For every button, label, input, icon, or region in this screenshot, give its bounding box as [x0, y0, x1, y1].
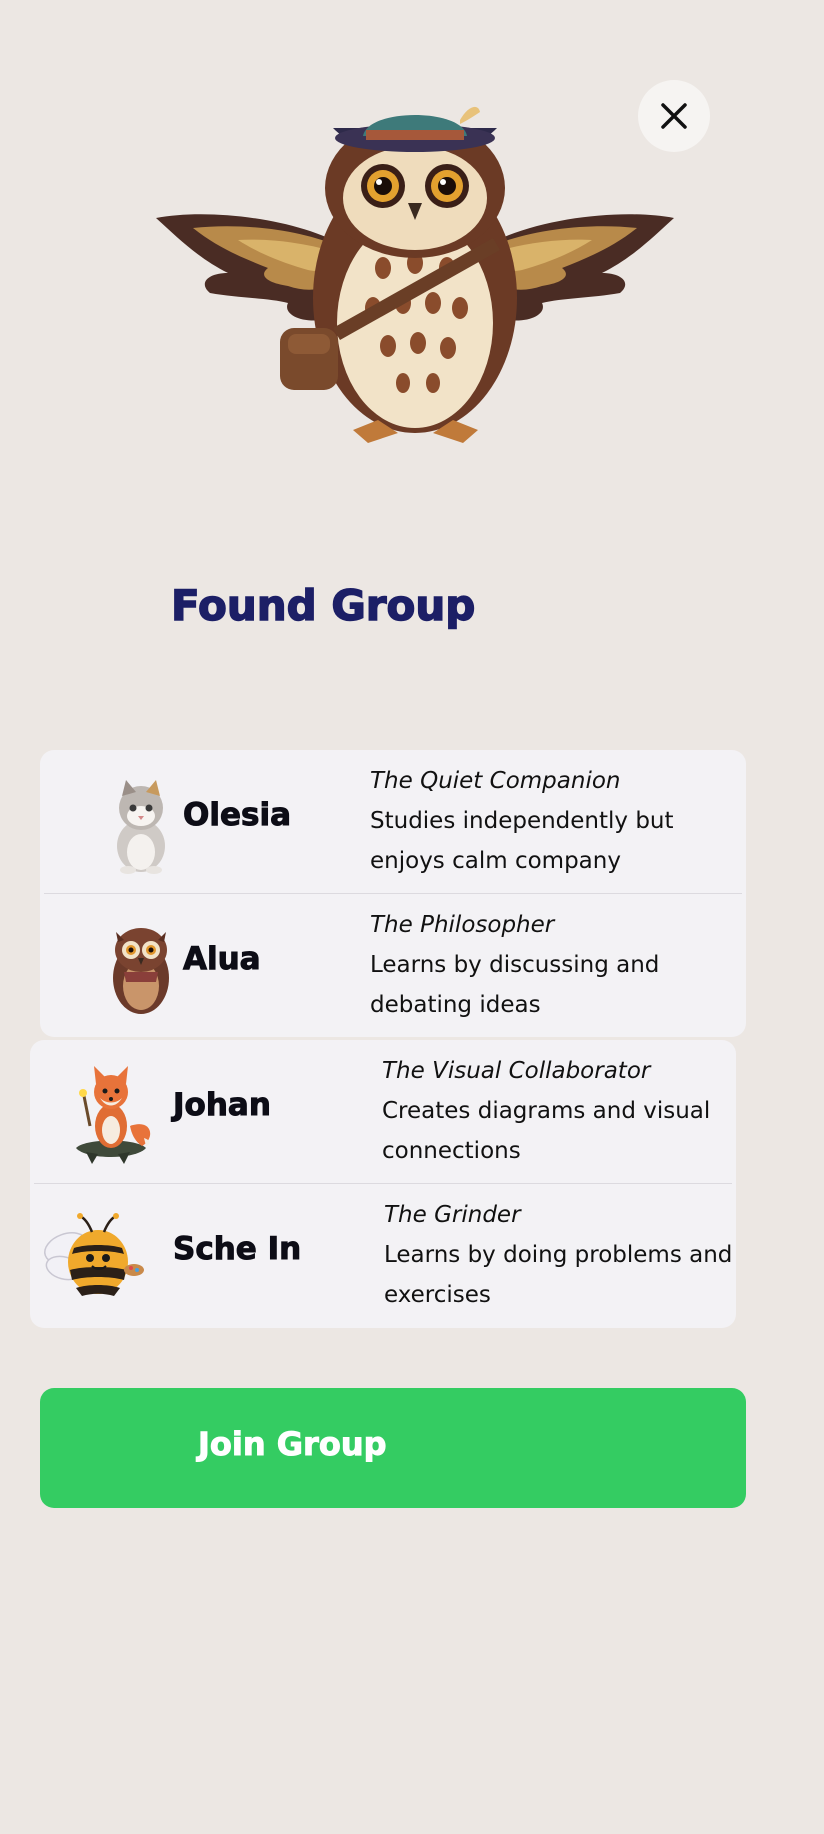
- member-row[interactable]: Olesia The Quiet Companion Studies indep…: [40, 750, 746, 893]
- member-role: The Philosopher: [370, 912, 555, 938]
- member-info: The Grinder Learns by doing problems and…: [384, 1200, 736, 1315]
- member-name: Johan: [173, 1087, 272, 1123]
- member-card-group-2: Johan The Visual Collaborator Creates di…: [30, 1040, 736, 1328]
- fox-avatar-icon: [76, 1066, 151, 1164]
- join-group-button[interactable]: Join Group: [40, 1388, 746, 1508]
- member-info: The Quiet Companion Studies independentl…: [370, 766, 730, 881]
- owl-avatar-icon: [113, 928, 169, 1014]
- member-row[interactable]: Alua The Philosopher Learns by discussin…: [40, 894, 746, 1037]
- join-group-label: Join Group: [198, 1425, 387, 1463]
- cat-avatar-icon: [117, 780, 165, 874]
- member-role: The Grinder: [384, 1202, 521, 1228]
- page-title: Found Group: [170, 581, 476, 630]
- member-description: Learns by doing problems and exercises: [384, 1242, 733, 1308]
- member-role: The Visual Collaborator: [382, 1058, 651, 1084]
- member-info: The Visual Collaborator Creates diagrams…: [382, 1056, 736, 1171]
- member-description: Creates diagrams and visual connections: [382, 1098, 711, 1164]
- member-name: Sche In: [172, 1231, 302, 1267]
- bee-avatar-icon: [44, 1213, 144, 1296]
- member-name: Alua: [183, 941, 262, 977]
- member-card-group-1: Olesia The Quiet Companion Studies indep…: [40, 750, 746, 1037]
- member-info: The Philosopher Learns by discussing and…: [370, 910, 730, 1025]
- member-row[interactable]: Johan The Visual Collaborator Creates di…: [30, 1040, 736, 1183]
- member-row[interactable]: Sche In The Grinder Learns by doing prob…: [30, 1184, 736, 1327]
- member-description: Studies independently but enjoys calm co…: [370, 808, 674, 874]
- member-name: Olesia: [182, 797, 292, 833]
- owl-mascot-icon: [156, 106, 674, 443]
- member-description: Learns by discussing and debating ideas: [370, 952, 660, 1018]
- member-role: The Quiet Companion: [370, 768, 621, 794]
